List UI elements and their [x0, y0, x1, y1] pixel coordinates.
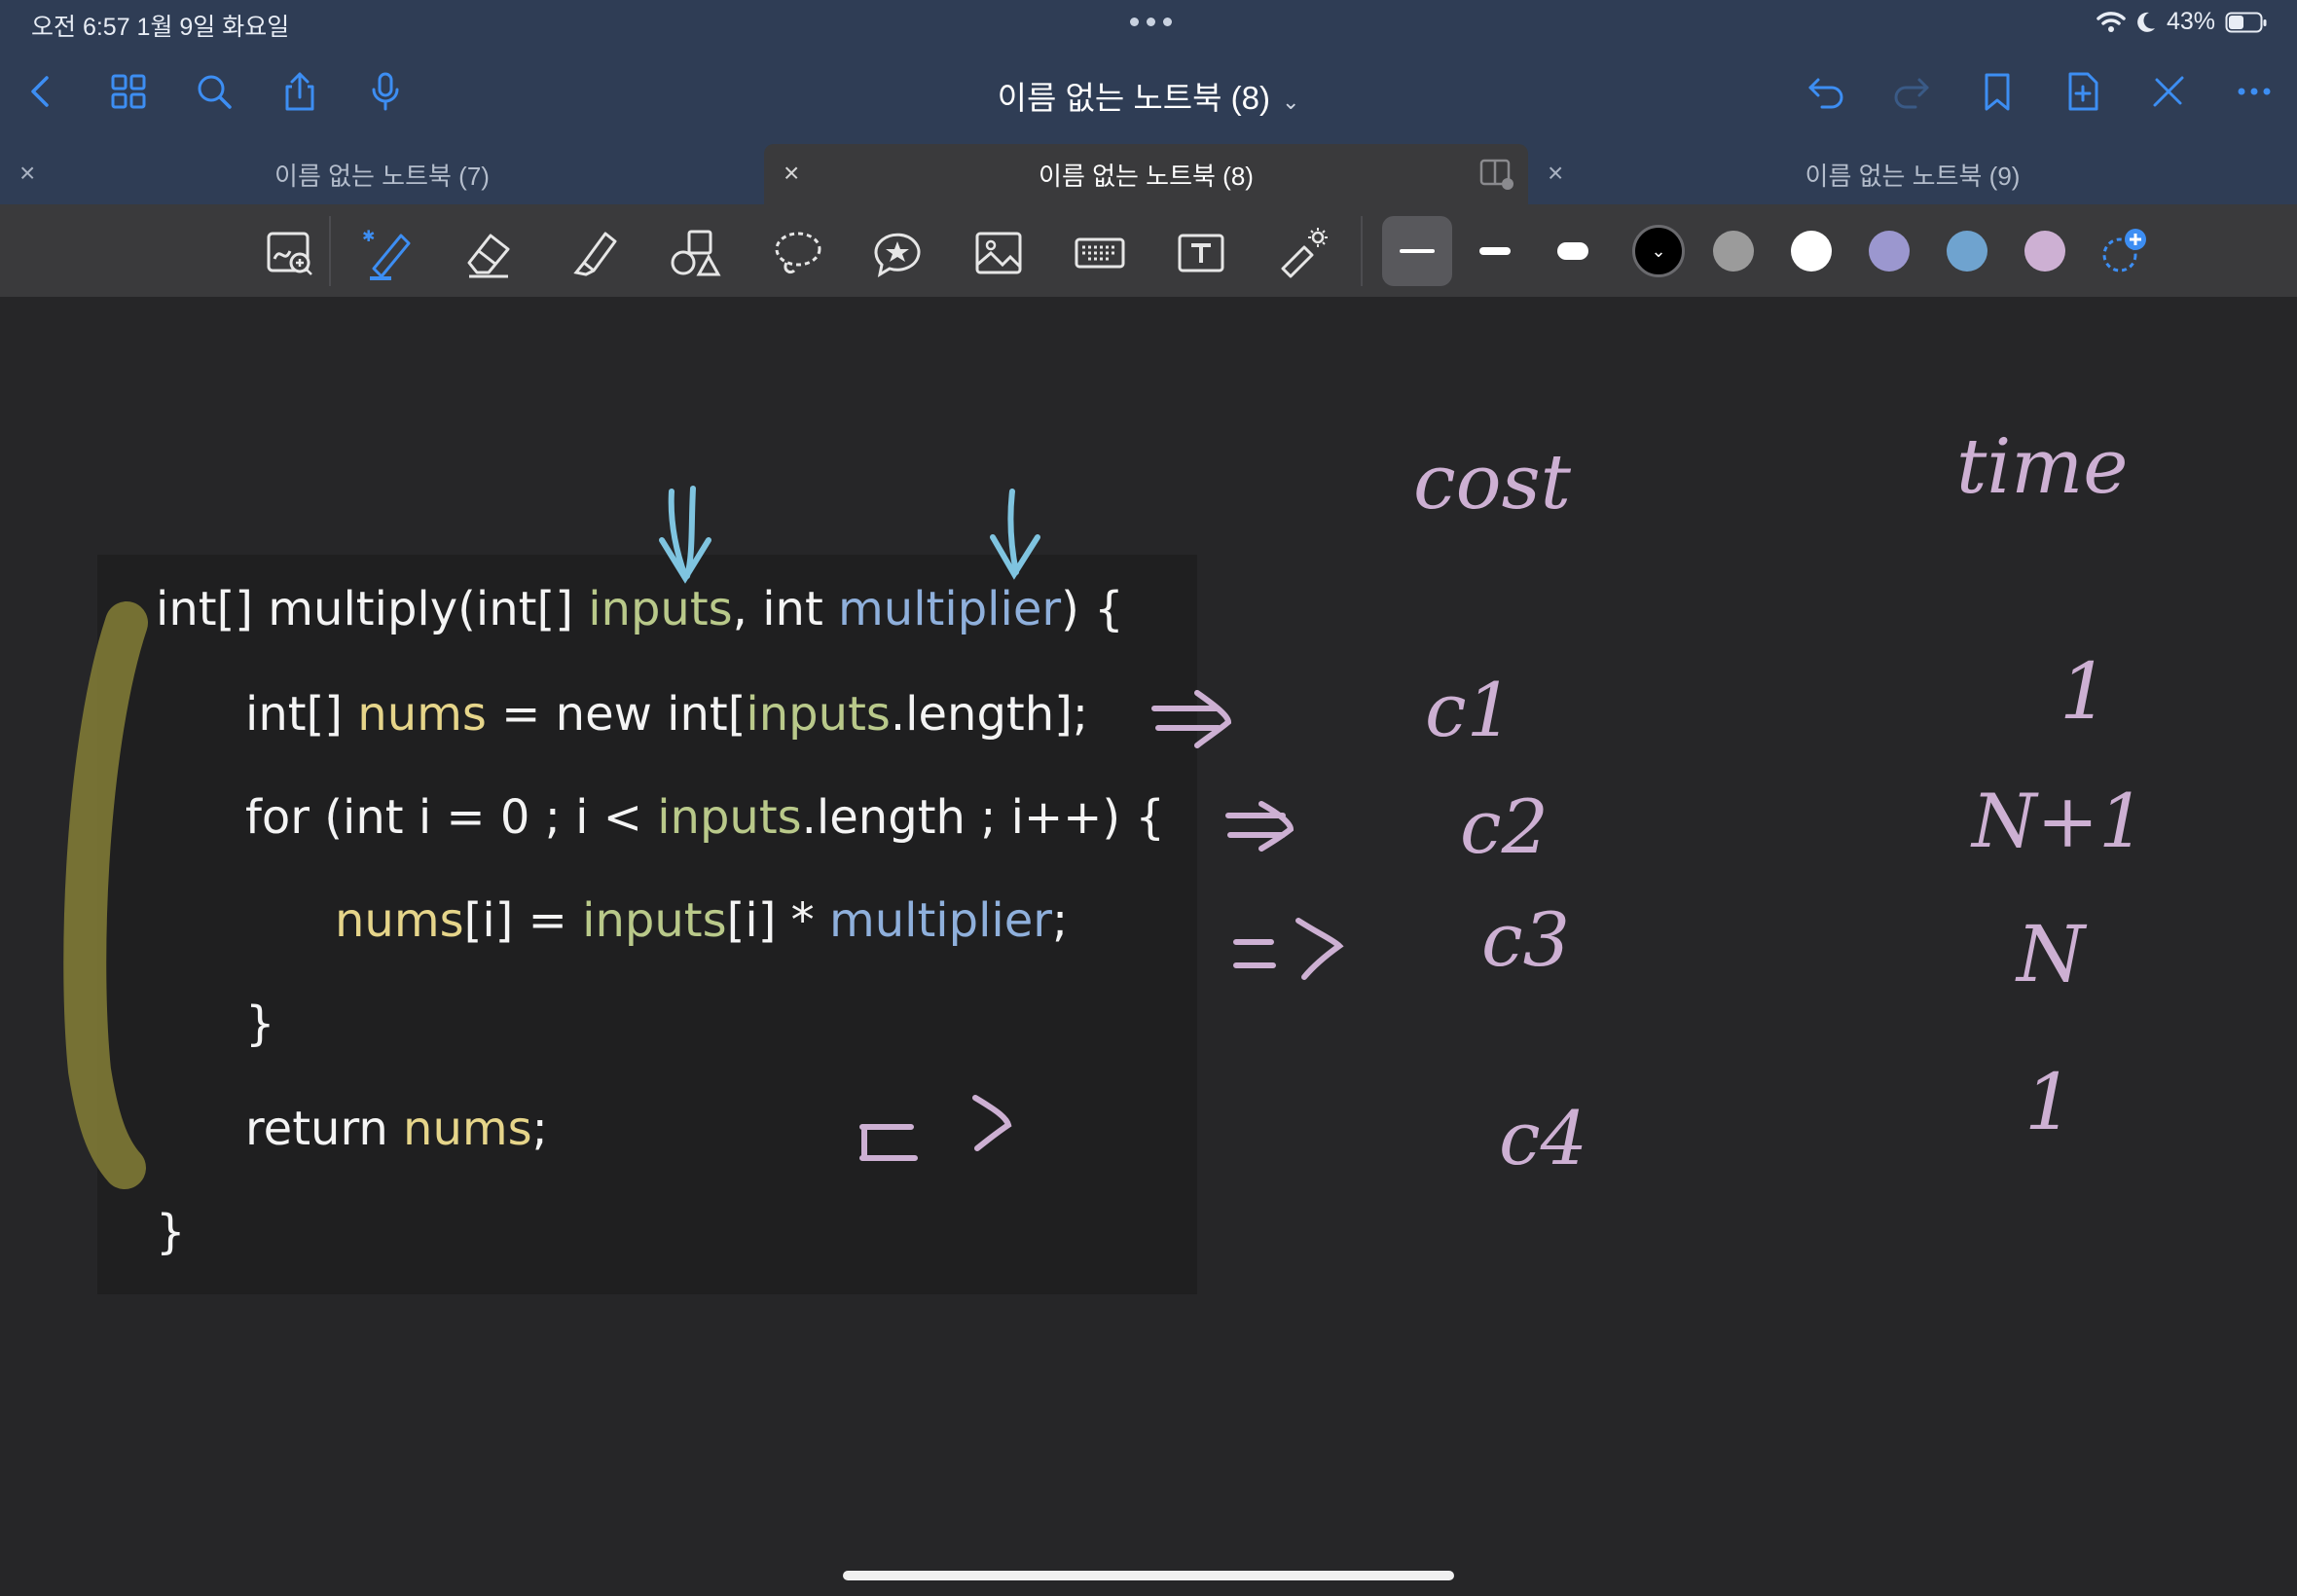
thick-stroke-icon	[1557, 242, 1588, 260]
shapes-tool[interactable]	[666, 224, 724, 282]
stroke-size-thick[interactable]	[1538, 216, 1608, 286]
chevron-down-icon: ⌄	[1651, 240, 1666, 261]
battery-percent: 43%	[2166, 8, 2215, 35]
lasso-tool[interactable]	[769, 224, 827, 282]
microphone-icon	[372, 72, 399, 111]
laser-pointer-tool[interactable]	[1273, 224, 1331, 282]
zoom-pen-tool[interactable]	[261, 224, 319, 282]
add-page-icon	[2068, 72, 2098, 111]
moon-icon	[2137, 12, 2155, 32]
code-line-2: int[] nums = new int[inputs.length];	[245, 687, 1089, 742]
zoom-pen-icon	[267, 232, 312, 275]
share-button[interactable]	[274, 66, 325, 117]
keyboard-icon	[1075, 237, 1125, 269]
add-color-icon	[2102, 229, 2146, 272]
pen-tool[interactable]: ✱	[360, 224, 419, 282]
status-time-date: 오전 6:57 1월 9일 화요일	[31, 14, 290, 41]
code-screenshot-image: int[] multiply(int[] inputs, int multipl…	[97, 555, 1197, 1294]
image-tool[interactable]	[969, 224, 1028, 282]
add-page-button[interactable]	[2058, 66, 2108, 117]
keyboard-tool[interactable]	[1071, 224, 1129, 282]
document-title: 이름 없는 노트북 (8)	[997, 80, 1270, 116]
wifi-icon	[2096, 11, 2126, 32]
more-options-button[interactable]	[2229, 66, 2279, 117]
highlighter-tool[interactable]	[565, 224, 623, 282]
search-icon	[198, 75, 232, 109]
split-view-icon[interactable]	[1479, 158, 1514, 191]
share-icon	[285, 72, 314, 111]
redo-icon	[1894, 78, 1929, 109]
code-line-3: for (int i = 0 ; i < inputs.length ; i++…	[245, 790, 1165, 845]
eraser-icon	[467, 234, 510, 278]
text-tool[interactable]	[1172, 224, 1230, 282]
tab-label: 이름 없는 노트북 (8)	[1039, 161, 1254, 191]
add-color-button[interactable]	[2095, 222, 2153, 280]
close-editing-button[interactable]	[2143, 66, 2194, 117]
undo-icon	[1808, 78, 1843, 109]
sticker-tool[interactable]	[868, 224, 927, 282]
close-icon[interactable]: ×	[1548, 158, 1563, 189]
microphone-button[interactable]	[360, 66, 411, 117]
toolbar-divider	[1361, 216, 1363, 286]
home-indicator[interactable]	[843, 1571, 1454, 1580]
color-swatch-gray[interactable]	[1713, 231, 1754, 272]
status-indicators: 43%	[2096, 8, 2268, 36]
shapes-icon	[671, 230, 721, 276]
grid-view-button[interactable]	[103, 66, 154, 117]
eraser-tool[interactable]	[459, 224, 518, 282]
code-line-7: }	[156, 1205, 186, 1259]
laser-pointer-icon	[1281, 228, 1328, 278]
tab-bar: × 이름 없는 노트북 (7) × 이름 없는 노트북 (8) × 이름 없는 …	[0, 144, 2297, 204]
drawing-toolbar: ✱ ⌄	[0, 204, 2297, 297]
battery-icon	[2225, 12, 2267, 32]
medium-stroke-icon	[1479, 247, 1511, 255]
tab-notebook-8[interactable]: × 이름 없는 노트북 (8)	[764, 144, 1528, 204]
tab-label: 이름 없는 노트북 (9)	[1805, 161, 2021, 191]
chevron-down-icon: ⌄	[1281, 90, 1300, 114]
bookmark-icon	[1985, 73, 2010, 111]
pen-icon: ✱	[362, 227, 411, 280]
text-box-icon	[1178, 234, 1224, 272]
lasso-icon	[775, 232, 821, 274]
tab-label: 이름 없는 노트북 (7)	[274, 161, 490, 191]
stroke-size-thin[interactable]	[1382, 216, 1452, 286]
redo-button[interactable]	[1886, 66, 1937, 117]
more-icon	[2238, 88, 2271, 95]
thin-stroke-icon	[1400, 249, 1435, 253]
color-swatch-white[interactable]	[1791, 231, 1832, 272]
tab-notebook-9[interactable]: × 이름 없는 노트북 (9)	[1528, 144, 2297, 204]
color-swatch-blue[interactable]	[1947, 231, 1987, 272]
color-swatch-lavender[interactable]	[1869, 231, 1910, 272]
multitasking-dots-icon[interactable]	[1123, 12, 1178, 31]
code-line-4: nums[i] = inputs[i] * multiplier;	[335, 893, 1069, 948]
sticker-icon	[874, 233, 921, 278]
chevron-left-icon	[31, 76, 49, 107]
code-line-5: }	[245, 997, 275, 1051]
svg-text:✱: ✱	[362, 227, 375, 245]
image-icon	[975, 232, 1022, 274]
undo-button[interactable]	[1801, 66, 1851, 117]
highlighter-icon	[573, 232, 617, 276]
pen-close-icon	[2153, 76, 2184, 107]
top-navigation-bar: 오전 6:57 1월 9일 화요일 43% 이름 없는 노트북 (8) ⌄	[0, 0, 2297, 144]
color-swatch-pink[interactable]	[2024, 231, 2065, 272]
stroke-size-medium[interactable]	[1460, 216, 1530, 286]
close-icon[interactable]: ×	[784, 158, 799, 189]
grid-icon	[111, 74, 146, 109]
toolbar-divider	[329, 216, 331, 286]
search-button[interactable]	[189, 66, 239, 117]
tab-notebook-7[interactable]: × 이름 없는 노트북 (7)	[0, 144, 764, 204]
color-swatch-black[interactable]: ⌄	[1632, 225, 1685, 277]
code-line-6: return nums;	[245, 1102, 548, 1156]
code-line-1: int[] multiply(int[] inputs, int multipl…	[156, 582, 1124, 636]
back-button[interactable]	[16, 66, 66, 117]
document-title-menu[interactable]: 이름 없는 노트북 (8) ⌄	[876, 72, 1421, 119]
bookmark-button[interactable]	[1972, 66, 2023, 117]
close-icon[interactable]: ×	[19, 158, 35, 189]
